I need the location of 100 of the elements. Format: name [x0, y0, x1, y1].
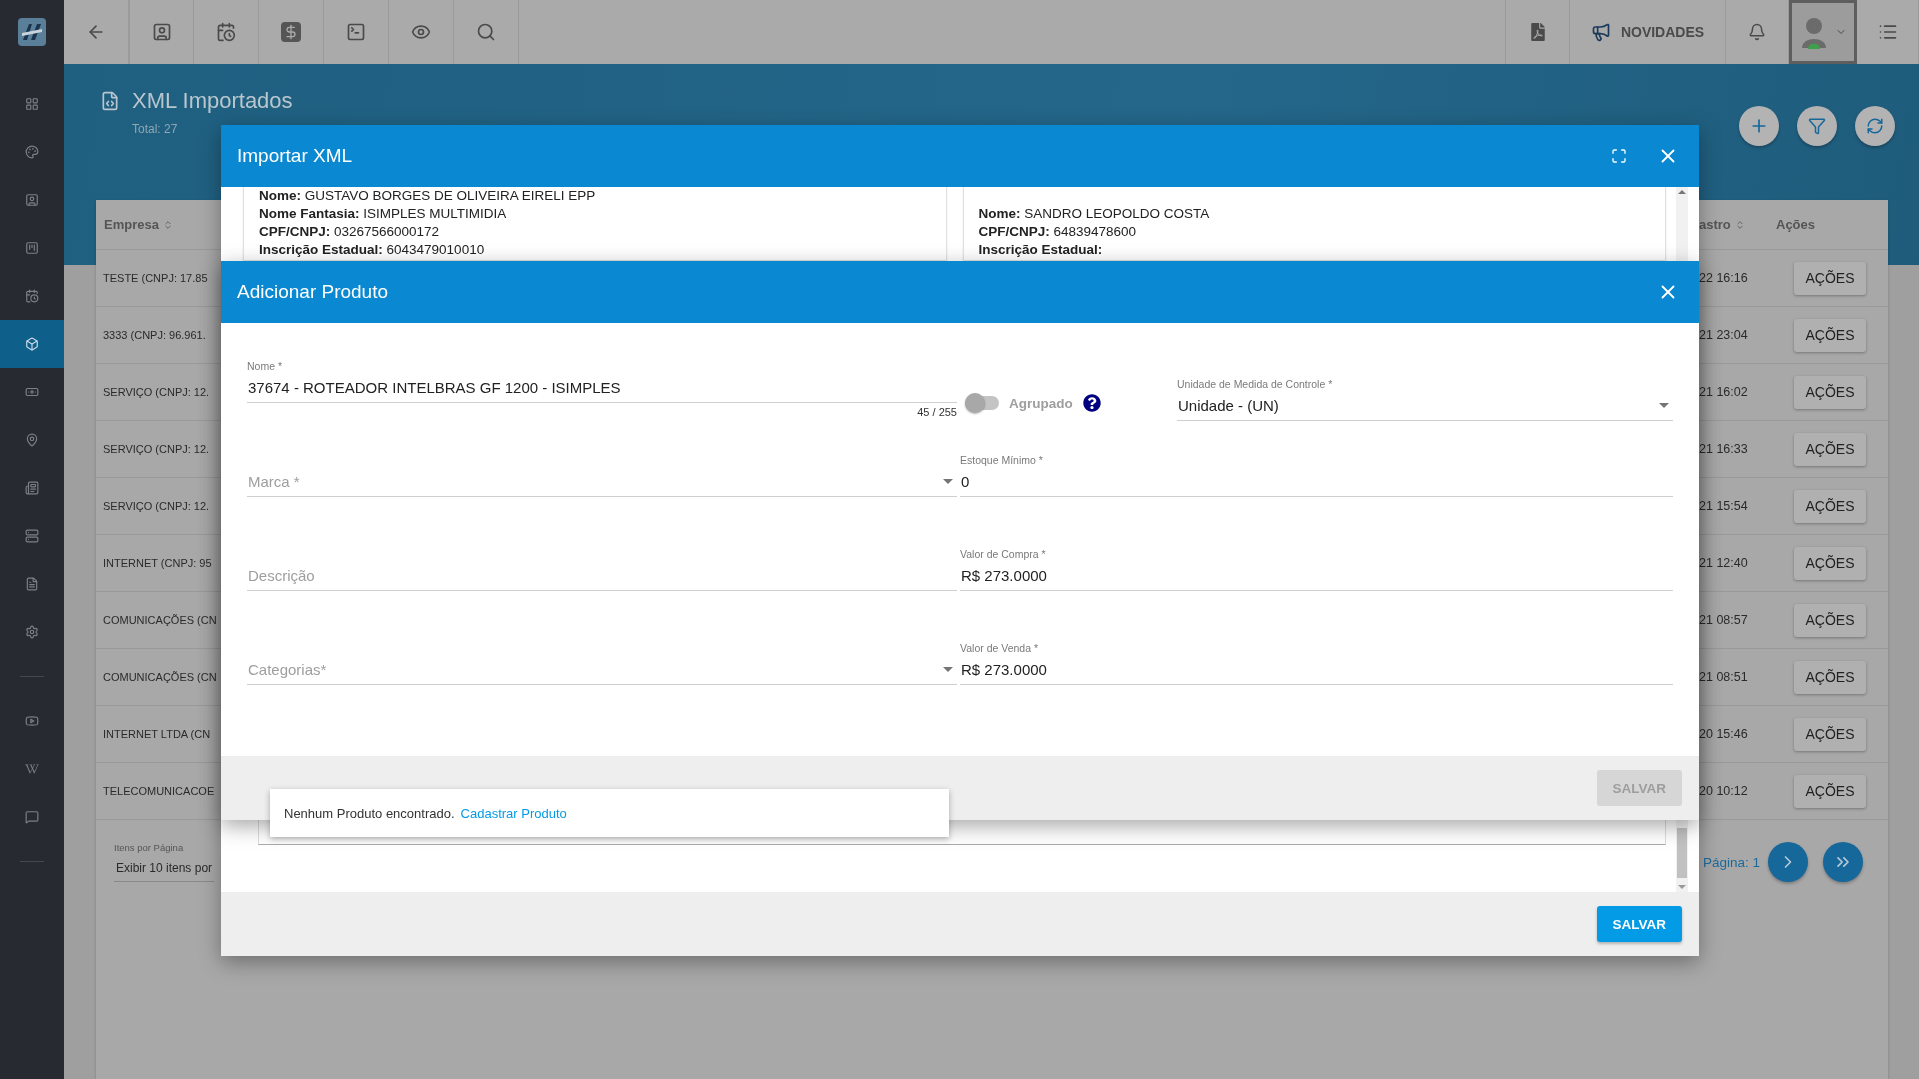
actions-button[interactable]: AÇÕES	[1794, 603, 1866, 637]
name-field[interactable]: 37674 - ROTEADOR INTELBRAS GF 1200 - ISIMPLES	[247, 373, 957, 403]
column-header: Ações	[1776, 217, 1816, 232]
description-field[interactable]: Descrição	[247, 561, 957, 591]
banknote-icon	[25, 385, 39, 399]
table-cell: 22 16:16	[1699, 271, 1748, 285]
actions-button[interactable]: AÇÕES	[1794, 432, 1866, 466]
field-label: Estoque Mínimo *	[960, 453, 1044, 467]
refresh-button[interactable]	[1855, 106, 1895, 146]
min-stock-field[interactable]: 0	[960, 467, 1673, 497]
play-icon	[25, 714, 39, 728]
logo-icon	[18, 18, 46, 46]
filter-icon	[1808, 117, 1826, 135]
help-icon[interactable]	[1082, 394, 1101, 412]
search-icon	[476, 22, 496, 42]
sale-price-field[interactable]: R$ 273.0000	[960, 655, 1673, 685]
actions-button[interactable]: AÇÕES	[1794, 717, 1866, 751]
table-cell: 21 23:04	[1699, 328, 1748, 342]
pdf-file-icon	[1528, 23, 1547, 41]
unit-select[interactable]: Unidade - (UN)	[1177, 397, 1659, 414]
table-cell: 21 15:54	[1699, 499, 1748, 513]
caret-icon	[1659, 402, 1669, 409]
list-icon	[25, 481, 39, 495]
server-icon	[25, 529, 39, 543]
info-line: Inscrição Estadual: 6043479010010	[259, 241, 486, 259]
maximize-button[interactable]	[1611, 148, 1627, 164]
actions-button[interactable]: AÇÕES	[1794, 375, 1866, 409]
palette-icon	[25, 145, 39, 159]
field-label: Valor de Venda *	[960, 641, 1040, 655]
actions-button[interactable]: AÇÕES	[1794, 546, 1866, 580]
table-cell: 20 10:12	[1699, 784, 1748, 798]
character-counter: 45 / 255	[917, 406, 957, 418]
total-count: Total: 27	[132, 122, 179, 136]
actions-button[interactable]: AÇÕES	[1794, 660, 1866, 694]
actions-button[interactable]: AÇÕES	[1794, 318, 1866, 352]
field-label: Valor de Compra *	[960, 547, 1047, 561]
add-button[interactable]	[1739, 106, 1779, 146]
table-cell: INTERNET (CNPJ: 95	[103, 557, 212, 569]
settings-icon	[25, 625, 39, 639]
scrollbar-thumb[interactable]	[1677, 828, 1687, 878]
table-cell: SERVIÇO (CNPJ: 12.	[103, 443, 210, 455]
table-cell: 21 08:51	[1699, 670, 1748, 684]
table-cell: SERVIÇO (CNPJ: 12.	[103, 500, 210, 512]
info-line: CPF/CNPJ: 64839478600	[978, 223, 1138, 241]
info-line: CPF/CNPJ: 03267566000172	[259, 223, 441, 241]
file-code-icon	[100, 91, 120, 111]
dialog-title: Importar XML	[237, 145, 354, 167]
brand-select[interactable]: Marca *	[247, 473, 943, 490]
info-line: Nome: GUSTAVO BORGES DE OLIVEIRA EIRELI EPP	[259, 187, 597, 205]
contact-icon	[25, 193, 39, 207]
table-cell: 21 08:57	[1699, 613, 1748, 627]
avatar-button[interactable]	[1789, 0, 1857, 64]
letter-w-icon	[25, 762, 39, 776]
purchase-price-field[interactable]: R$ 273.0000	[960, 561, 1673, 591]
actions-button[interactable]: AÇÕES	[1794, 261, 1866, 295]
field-label: Unidade de Medida de Controle *	[1177, 377, 1334, 391]
map-pin-icon	[25, 433, 39, 447]
page-indicator: Página: 1	[1702, 854, 1760, 870]
eye-icon	[411, 22, 431, 42]
table-cell: INTERNET LTDA (CN	[103, 728, 211, 740]
menu-icon	[1877, 22, 1898, 42]
caret-icon	[943, 666, 953, 673]
table-cell: 20 15:46	[1699, 727, 1748, 741]
table-cell: 21 12:40	[1699, 556, 1748, 570]
megaphone-icon	[1590, 22, 1611, 42]
contact-icon	[151, 22, 172, 42]
bell-icon	[1748, 23, 1766, 41]
table-cell: 3333 (CNPJ: 96.961.	[103, 329, 206, 341]
toggle-switch[interactable]	[965, 393, 999, 413]
terminal-icon	[346, 22, 366, 42]
calendar-clock-icon	[216, 22, 236, 42]
info-line: Inscrição Estadual:	[978, 241, 1104, 259]
refresh-icon	[1866, 117, 1884, 135]
scroll-up-arrow-icon	[1678, 187, 1686, 197]
actions-button[interactable]: AÇÕES	[1794, 774, 1866, 808]
scroll-down-arrow-icon	[1678, 882, 1686, 892]
next-page-button[interactable]	[1768, 842, 1808, 882]
filter-button[interactable]	[1797, 106, 1837, 146]
sort-icon	[162, 219, 173, 230]
categories-select[interactable]: Categorias*	[247, 661, 943, 678]
actions-button[interactable]: AÇÕES	[1794, 489, 1866, 523]
empty-message: Nenhum Produto encontrado.	[284, 805, 455, 821]
table-cell: TESTE (CNPJ: 17.85	[103, 272, 208, 284]
last-page-button[interactable]	[1823, 842, 1863, 882]
items-per-page-select[interactable]: Exibir 10 itens por	[114, 859, 215, 882]
info-line: Nome Fantasia: ISIMPLES MULTIMIDIA	[259, 205, 508, 223]
caret-icon	[943, 478, 953, 485]
chat-icon	[25, 810, 39, 824]
sort-icon	[1734, 219, 1745, 230]
box-icon	[25, 337, 39, 351]
field-label: Itens por Página	[114, 842, 185, 853]
board-icon	[25, 241, 39, 255]
grid-icon	[25, 97, 39, 111]
table-cell: COMUNICAÇÕES (CN	[103, 614, 217, 626]
dollar-icon	[281, 22, 301, 42]
table-cell: 21 16:33	[1699, 442, 1748, 456]
file-icon	[25, 577, 39, 591]
box-nav-item[interactable]	[0, 320, 64, 368]
table-cell: SERVIÇO (CNPJ: 12.	[103, 386, 210, 398]
dialog-title: Adicionar Produto	[237, 281, 390, 303]
